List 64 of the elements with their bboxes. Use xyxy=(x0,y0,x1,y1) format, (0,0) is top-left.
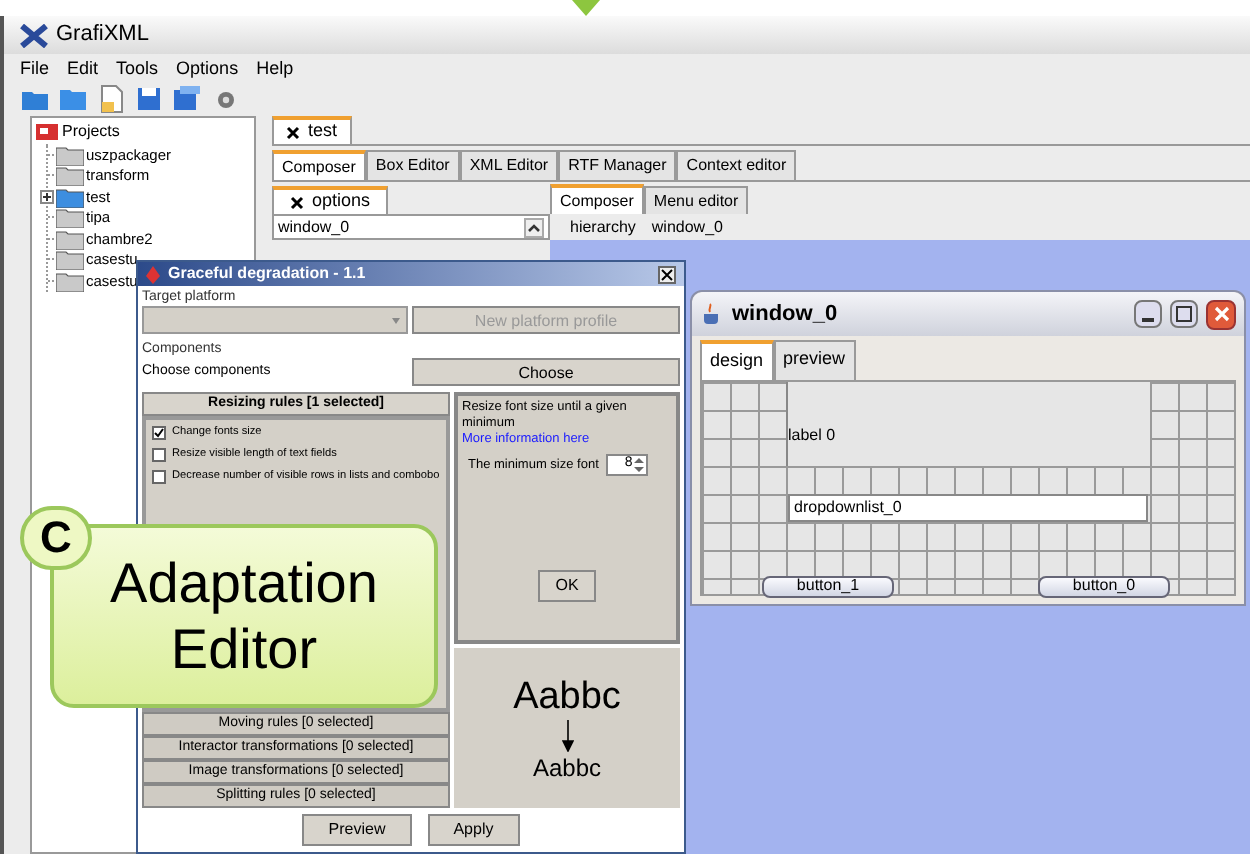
dropdown-widget[interactable]: dropdownlist_0 xyxy=(788,493,1148,521)
chevron-up-icon xyxy=(524,217,544,237)
menu-item[interactable]: Options xyxy=(176,55,239,83)
tab[interactable]: XML Editor xyxy=(459,150,559,180)
tab[interactable]: Composer xyxy=(272,150,366,180)
sample-text-small: Aabbc xyxy=(532,755,602,779)
button[interactable]: OK xyxy=(537,570,597,602)
checkbox[interactable] xyxy=(152,426,166,440)
tab[interactable]: Box Editor xyxy=(365,150,460,180)
app-title: GrafiXML xyxy=(56,20,149,51)
dialog-title: Graceful degradation - 1.1 xyxy=(168,266,368,282)
folder-icon xyxy=(56,269,84,292)
hierarchy-path[interactable]: window_0 xyxy=(651,215,723,239)
widget-button[interactable]: button_1 xyxy=(762,575,894,597)
projects-icon xyxy=(36,122,58,142)
tree-root[interactable]: Projects xyxy=(62,120,120,144)
new-file-icon[interactable] xyxy=(96,84,126,114)
tab[interactable]: test xyxy=(272,116,352,144)
close-icon[interactable] xyxy=(286,125,300,139)
menu-item[interactable]: Help xyxy=(256,55,294,83)
expand-icon[interactable] xyxy=(40,189,54,204)
minimize-icon xyxy=(1142,318,1154,322)
maximize-icon xyxy=(1176,306,1192,322)
window-title: window_0 xyxy=(732,299,840,330)
cup-icon xyxy=(700,302,724,326)
button[interactable]: Choose xyxy=(412,358,680,386)
tab[interactable]: options xyxy=(272,186,389,214)
folder-icon xyxy=(56,164,84,187)
tab[interactable]: Menu editor xyxy=(643,186,749,214)
widget-button[interactable]: button_0 xyxy=(1038,575,1170,597)
save-icon[interactable] xyxy=(134,84,164,114)
folder-icon xyxy=(56,185,84,208)
minimize-button[interactable] xyxy=(1134,300,1162,328)
logo-icon xyxy=(20,23,48,47)
hierarchy-label: hierarchy xyxy=(570,215,636,239)
app-icon xyxy=(146,265,160,283)
tab[interactable]: Context editor xyxy=(676,150,797,180)
folder-icon xyxy=(56,143,84,166)
save-all-icon[interactable] xyxy=(172,84,202,114)
close-icon[interactable] xyxy=(290,195,304,209)
folder-icon xyxy=(56,206,84,229)
tab[interactable]: preview xyxy=(773,340,856,379)
sample-text-large: Aabbc xyxy=(513,677,621,715)
menu-item[interactable]: File xyxy=(20,55,50,83)
maximize-button[interactable] xyxy=(1170,300,1198,328)
window-selector[interactable]: window_0 xyxy=(272,214,550,240)
checkbox[interactable] xyxy=(152,470,166,484)
button[interactable]: Apply xyxy=(427,814,520,846)
checkbox[interactable] xyxy=(152,448,166,462)
down-arrow-icon xyxy=(561,719,573,751)
spinner-arrows-icon[interactable] xyxy=(632,456,647,474)
tab[interactable]: RTF Manager xyxy=(558,150,677,180)
close-icon[interactable] xyxy=(658,265,676,283)
tab[interactable]: Composer xyxy=(550,184,644,214)
menu-item[interactable]: Edit xyxy=(67,55,99,83)
close-button[interactable] xyxy=(1206,299,1236,329)
chevron-down-icon xyxy=(571,0,599,16)
menu-item[interactable]: Tools xyxy=(116,55,159,83)
label-widget[interactable]: label 0 xyxy=(786,381,1150,465)
close-icon xyxy=(1213,306,1229,322)
folder-icon xyxy=(56,227,84,250)
button[interactable]: Preview xyxy=(302,814,412,846)
folder-icon xyxy=(56,248,84,271)
tab[interactable]: design xyxy=(700,340,774,379)
